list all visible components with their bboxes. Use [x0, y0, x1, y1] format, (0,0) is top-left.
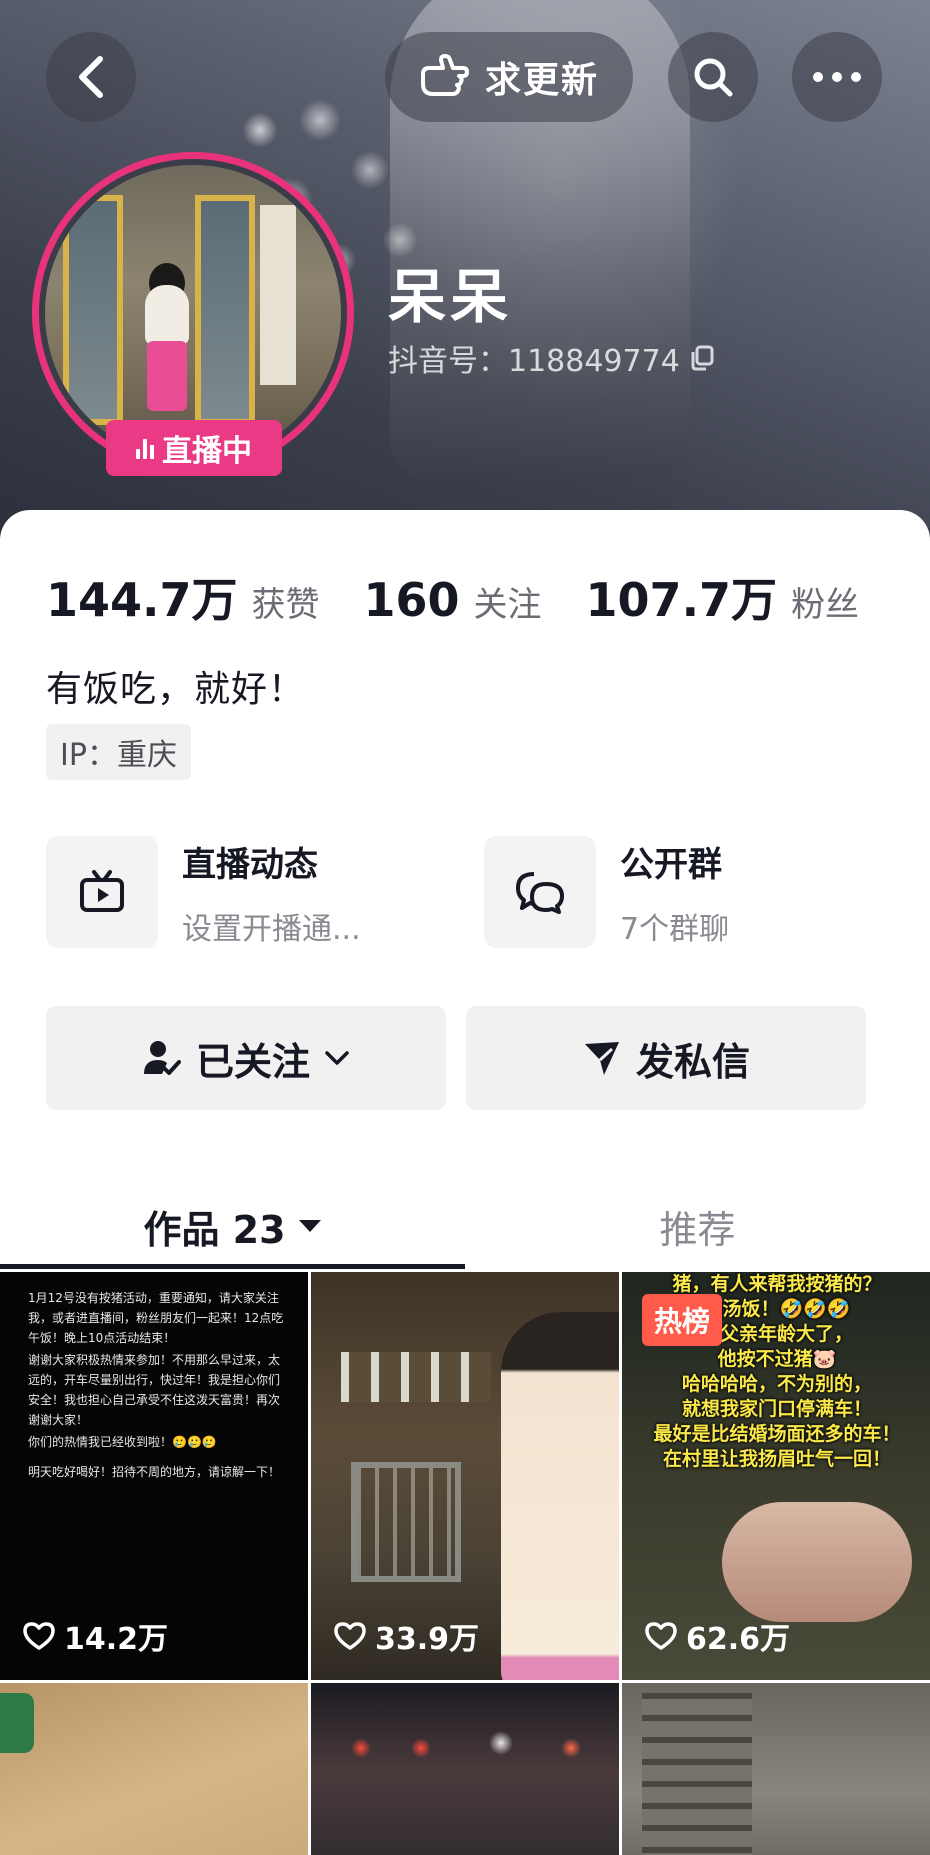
public-group-text: 公开群 7个群聊: [620, 837, 729, 948]
video-scene-window: [341, 1352, 491, 1402]
live-badge[interactable]: 直播中: [106, 420, 282, 476]
note-line: 1月12号没有按猪活动，重要通知，请大家关注我，或者进直播间，粉丝朋友们一起来！…: [28, 1291, 284, 1345]
bio: 有饭吃，就好！: [46, 669, 306, 710]
stat-following[interactable]: 160 关注: [364, 573, 542, 627]
caption-line: 就想我家门口停满车！: [681, 1398, 872, 1420]
live-updates-subtitle: 设置开播通...: [182, 911, 361, 947]
live-updates-entry[interactable]: 直播动态 设置开播通...: [46, 836, 361, 948]
caption-line: 最好是比结婚场面还多的车！: [653, 1423, 901, 1445]
search-icon: [694, 58, 733, 97]
content-tabs: 作品 23 推荐: [0, 1180, 930, 1272]
video-tile[interactable]: 1月12号没有按猪活动，重要通知，请大家关注我，或者进直播间，粉丝朋友们一起来！…: [0, 1272, 308, 1680]
request-update-button[interactable]: 求更新: [385, 32, 633, 122]
stat-likes[interactable]: 144.7万 获赞: [46, 564, 320, 630]
tab-works[interactable]: 作品 23: [0, 1180, 465, 1272]
avatar-door: [195, 195, 255, 425]
avatar-girl-top: [145, 285, 189, 345]
video-scene-person: [501, 1312, 619, 1680]
douyin-id[interactable]: 抖音号：118849774: [388, 336, 716, 380]
chevron-left-icon: [79, 56, 103, 98]
video-tile[interactable]: [311, 1683, 619, 1855]
video-scene-pig: [722, 1502, 912, 1622]
chevron-down-icon: [325, 1051, 349, 1065]
public-group-subtitle: 7个群聊: [620, 911, 730, 947]
video-tile[interactable]: 33.9万: [311, 1272, 619, 1680]
following-count: 160: [363, 573, 460, 627]
avatar-door: [63, 195, 123, 425]
video-tile[interactable]: 猪，有人来帮我按猪的？ 泡汤饭！🤣🤣🤣 老父亲年龄大了， 他按不过猪🐷 哈哈哈哈…: [622, 1272, 930, 1680]
tab-recommend-label: 推荐: [659, 1207, 736, 1252]
heart-icon: [23, 1622, 55, 1650]
likes-count: 144.7万: [46, 573, 238, 627]
live-badge-label: 直播中: [162, 434, 252, 469]
more-dots-icon: [813, 72, 861, 82]
send-message-label: 发私信: [635, 1039, 750, 1084]
back-button[interactable]: [46, 32, 136, 122]
profile-card: 144.7万 获赞 160 关注 107.7万 粉丝 有饭吃，就好！ IP：重庆…: [0, 510, 930, 1855]
user-check-icon: [143, 1041, 181, 1075]
video-likes: 33.9万: [333, 1614, 479, 1658]
note-line: 谢谢大家积极热情来参加！不用那么早过来，太远的，开车尽量别出行，快过年！我是担心…: [28, 1353, 281, 1427]
following-button[interactable]: 已关注: [46, 1006, 446, 1110]
note-line: 你们的热情我已经收到啦！🥲🥲🥲: [28, 1435, 217, 1449]
search-button[interactable]: [668, 32, 758, 122]
avatar-sign: [260, 205, 296, 385]
request-update-label: 求更新: [484, 60, 599, 101]
video-likes-count: 62.6万: [686, 1622, 791, 1657]
video-likes: 14.2万: [22, 1614, 168, 1658]
live-bars-icon: [136, 437, 154, 459]
caption-line: 哈哈哈哈，不为别的，: [681, 1373, 872, 1395]
tab-works-label: 作品 23: [143, 1207, 286, 1252]
ip-location-tag: IP：重庆: [46, 724, 191, 780]
video-scene-cage: [351, 1462, 461, 1582]
tab-recommend[interactable]: 推荐: [465, 1180, 930, 1272]
video-scene-building: [642, 1693, 752, 1855]
copy-icon[interactable]: [688, 344, 716, 372]
tv-icon: [46, 836, 158, 948]
video-tile[interactable]: [0, 1683, 308, 1855]
nickname: 呆呆: [388, 263, 513, 331]
video-scene-lights: [331, 1723, 591, 1773]
followers-count: 107.7万: [585, 573, 778, 627]
public-group-title: 公开群: [620, 844, 722, 885]
following-button-label: 已关注: [195, 1039, 310, 1084]
chat-bubbles-icon: [484, 836, 596, 948]
more-button[interactable]: [792, 32, 882, 122]
heart-icon: [334, 1622, 366, 1650]
heart-icon: [645, 1622, 677, 1650]
stats-row: 144.7万 获赞 160 关注 107.7万 粉丝: [46, 564, 903, 630]
video-scene-bottle: [0, 1693, 34, 1753]
pointing-hand-icon: [420, 54, 469, 96]
stat-followers[interactable]: 107.7万 粉丝: [586, 564, 860, 630]
public-group-entry[interactable]: 公开群 7个群聊: [484, 836, 729, 948]
video-likes-count: 14.2万: [64, 1622, 169, 1657]
video-note-text: 1月12号没有按猪活动，重要通知，请大家关注我，或者进直播间，粉丝朋友们一起来！…: [28, 1288, 290, 1484]
hot-list-badge: 热榜: [642, 1294, 723, 1346]
send-icon: [584, 1042, 619, 1075]
note-line: 明天吃好喝好！招待不周的地方，请谅解一下！: [28, 1465, 281, 1479]
video-likes-count: 33.9万: [375, 1622, 480, 1657]
caret-down-icon: [298, 1220, 321, 1232]
video-tile[interactable]: [622, 1683, 930, 1855]
avatar-image: [45, 165, 341, 461]
likes-label: 获赞: [251, 585, 320, 625]
live-updates-text: 直播动态 设置开播通...: [182, 837, 361, 948]
avatar-girl-legs: [147, 341, 187, 411]
followers-label: 粉丝: [791, 585, 860, 625]
live-updates-title: 直播动态: [182, 844, 318, 885]
video-likes: 62.6万: [644, 1614, 790, 1658]
douyin-id-text: 抖音号：118849774: [388, 344, 680, 379]
video-grid: 1月12号没有按猪活动，重要通知，请大家关注我，或者进直播间，粉丝朋友们一起来！…: [0, 1272, 930, 1855]
send-message-button[interactable]: 发私信: [466, 1006, 866, 1110]
following-label: 关注: [473, 585, 542, 625]
caption-line: 他按不过猪🐷: [717, 1348, 837, 1370]
active-tab-indicator: [0, 1264, 465, 1269]
caption-line: 在村里让我扬眉吐气一回！: [662, 1448, 891, 1470]
